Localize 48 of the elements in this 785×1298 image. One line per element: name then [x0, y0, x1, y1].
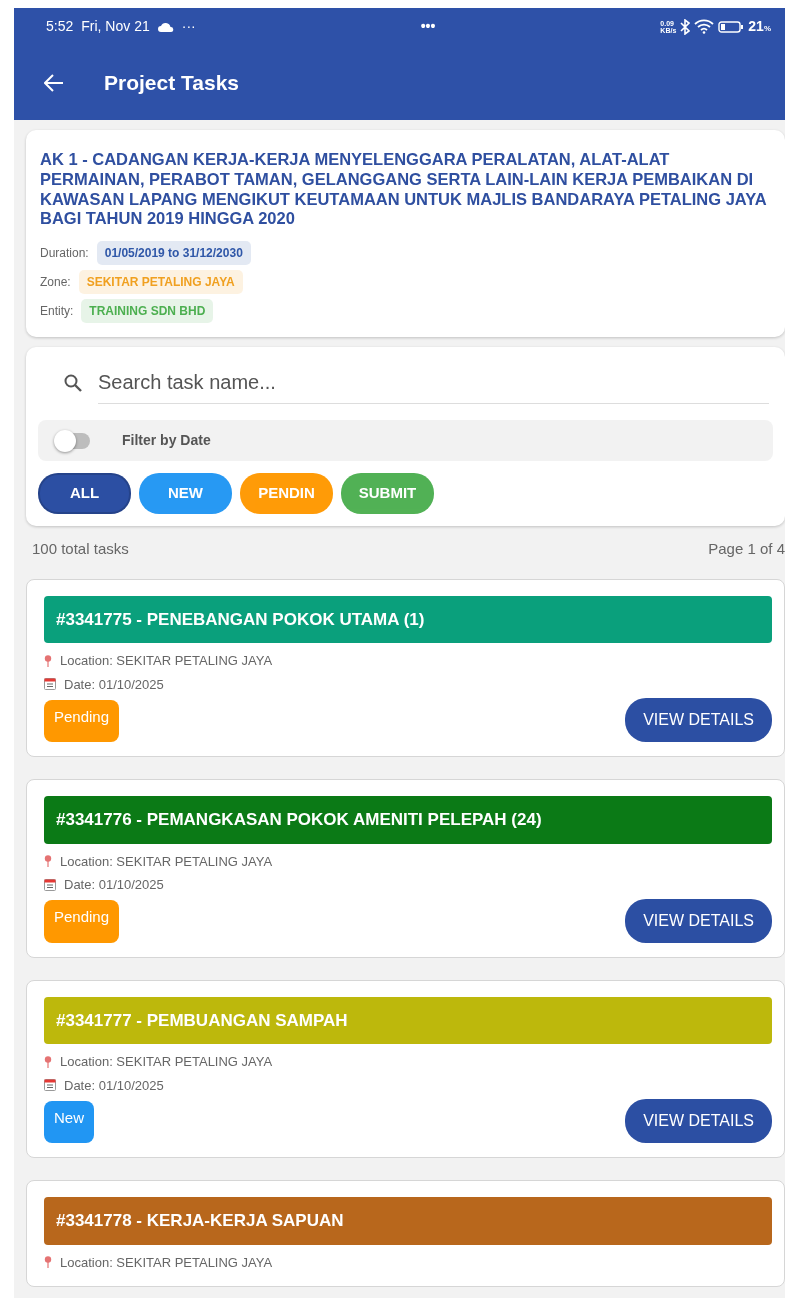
view-details-button[interactable]: VIEW DETAILS [625, 1099, 772, 1144]
wifi-icon [694, 19, 715, 34]
page-title: Project Tasks [104, 69, 239, 96]
field-label: Zone: [40, 274, 71, 292]
back-arrow-icon[interactable] [44, 73, 64, 92]
battery-icon [718, 20, 745, 33]
task-title: #3341775 - PENEBANGAN POKOK UTAMA (1) [44, 595, 772, 644]
page-indicator: Page 1 of 4 [708, 539, 785, 560]
pin-icon [44, 1055, 52, 1068]
project-title: AK 1 - CADANGAN KERJA-KERJA MENYELENGGARA PERALATAN, ALAT-ALAT PERMAINAN, PERABOT TAMAN, GELANGGANG SERTA LAIN-LAIN KERJA PEMBAIKAN DI KAWASAN LAPANG MENGIKUT KEUTAMAAN UNTUK MAJLIS BANDARAYA PETALING JAYA BAGI TAHUN 2019 HINGGA 2020 [40, 150, 768, 230]
status-badge: Pending [44, 900, 120, 943]
filter-chip[interactable]: ALL [38, 473, 131, 515]
view-details-button[interactable]: VIEW DETAILS [625, 898, 772, 943]
task-location: Location: SEKITAR PETALING JAYA [60, 1053, 273, 1072]
field-label: Entity: [40, 303, 74, 321]
field-label: Duration: [40, 245, 89, 263]
task-date: Date: 01/10/2025 [64, 876, 164, 895]
pin-icon [44, 855, 52, 868]
task-location: Location: SEKITAR PETALING JAYA [60, 852, 273, 871]
calendar-icon [44, 1079, 56, 1092]
pin-icon [44, 654, 52, 667]
pin-icon [44, 1256, 52, 1269]
dots-indicator: ••• [420, 17, 436, 36]
status-badge: Pending [44, 699, 120, 743]
field-tag: TRAINING SDN BHD [81, 299, 214, 324]
status-time: 5:52 [46, 17, 74, 36]
field-tag: SEKITAR PETALING JAYA [78, 270, 243, 295]
calendar-icon [44, 878, 56, 891]
status-date: Fri, Nov 21 [81, 17, 150, 36]
calendar-icon [44, 678, 56, 691]
bluetooth-icon [680, 18, 691, 35]
view-details-button[interactable]: VIEW DETAILS [625, 698, 772, 743]
date-filter-toggle[interactable] [56, 432, 90, 449]
task-count: 100 total tasks [32, 539, 129, 560]
battery-level: 21% [748, 17, 771, 36]
task-title: #3341776 - PEMANGKASAN POKOK AMENITI PELEPAH (24) [44, 796, 772, 844]
more-indicator: ··· [181, 17, 196, 36]
task-title: #3341778 - KERJA-KERJA SAPUAN [44, 1197, 772, 1245]
toggle-label: Filter by Date [122, 431, 211, 451]
task-date: Date: 01/10/2025 [64, 1076, 164, 1095]
search-icon [64, 373, 82, 392]
task-title: #3341777 - PEMBUANGAN SAMPAH [44, 996, 772, 1045]
status-badge: New [44, 1100, 94, 1144]
cloud-icon [157, 21, 174, 32]
field-tag: 01/05/2019 to 31/12/2030 [96, 241, 251, 266]
task-location: Location: SEKITAR PETALING JAYA [60, 652, 273, 671]
task-date: Date: 01/10/2025 [64, 675, 164, 694]
task-location: Location: SEKITAR PETALING JAYA [60, 1253, 273, 1272]
